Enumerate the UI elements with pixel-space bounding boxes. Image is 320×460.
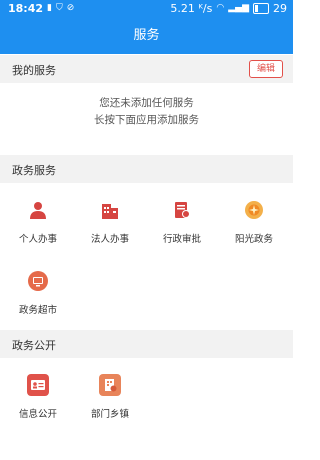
battery-percent: 29 [273,2,287,15]
service-label: 信息公开 [18,409,57,420]
app-bar: 服务 [0,18,293,54]
my-services-header: 我的服务 编辑 [0,55,293,83]
computer-icon [27,270,49,292]
empty-line-1: 您还未添加任何服务 [99,97,194,109]
person-icon [27,199,49,221]
status-time: 18:42 [8,2,44,15]
sun-icon [243,199,265,221]
document-stamp-icon [171,199,193,221]
gov-open-title: 政务公开 [12,339,56,352]
gov-open-header: 政务公开 [0,330,293,358]
battery-icon [253,3,269,14]
service-sunshine-gov[interactable]: 阳光政务 [219,199,289,245]
service-personal[interactable]: 个人办事 [3,199,73,245]
building-icon [99,199,121,221]
gov-services-header: 政务服务 [0,155,293,183]
gov-services-title: 政务服务 [12,164,56,177]
signal-icon: ▂▄▆ [228,3,249,13]
wifi-icon: ◠ [216,3,225,13]
service-label: 政务超市 [18,305,57,316]
service-label: 法人办事 [90,234,129,245]
network-speed: 5.21 ᴷ/s [170,2,213,15]
status-bar: 18:42 ▮ ⛉ ⊘ 5.21 ᴷ/s ◠ ▂▄▆ 29 [0,0,293,18]
service-legal-person[interactable]: 法人办事 [75,199,145,245]
edit-button[interactable]: 编辑 [249,60,283,78]
service-label: 部门乡镇 [90,409,129,420]
id-card-icon [27,374,49,396]
sim-icon: ▮ [47,3,52,13]
page-title: 服务 [133,28,160,43]
tshirt-icon: ⛉ [55,3,63,13]
check-circle-icon: ⊘ [66,3,75,13]
service-label: 阳光政务 [234,234,273,245]
open-information[interactable]: 信息公开 [3,374,73,420]
empty-line-2: 长按下面应用添加服务 [94,114,199,126]
open-department[interactable]: 部门乡镇 [75,374,145,420]
service-label: 个人办事 [18,234,57,245]
service-admin-approval[interactable]: 行政审批 [147,199,217,245]
service-gov-supermarket[interactable]: 政务超市 [3,270,73,316]
department-icon [99,374,121,396]
my-services-title: 我的服务 [12,64,56,77]
my-services-empty: 您还未添加任何服务 长按下面应用添加服务 [0,95,293,129]
service-label: 行政审批 [162,234,201,245]
